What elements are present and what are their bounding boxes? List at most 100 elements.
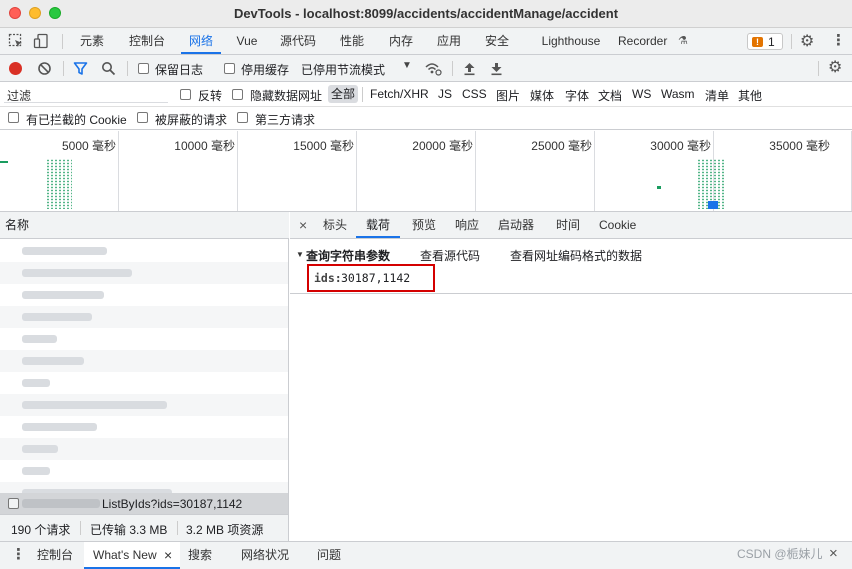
close-tab-icon[interactable]: ×	[164, 542, 172, 568]
type-filter-doc[interactable]: 文档	[598, 87, 622, 104]
list-item[interactable]	[0, 306, 288, 328]
issues-count: 1	[768, 35, 775, 49]
blocked-requests-label: 被屏蔽的请求	[155, 113, 228, 127]
drawer-menu-icon[interactable]: ⋮	[11, 542, 26, 569]
list-item[interactable]	[0, 416, 288, 438]
list-item[interactable]	[0, 284, 288, 306]
query-params-title[interactable]: 查询字符串参数	[306, 247, 390, 264]
list-item[interactable]	[0, 394, 288, 416]
tab-console[interactable]: 控制台	[122, 28, 172, 54]
drawer-tab-network-conditions[interactable]: 网络状况	[241, 542, 289, 569]
blocked-cookies-checkbox[interactable]	[8, 112, 19, 123]
settings-gear-icon[interactable]: ⚙	[800, 31, 814, 51]
list-item[interactable]	[0, 438, 288, 460]
network-status-bar: 190 个请求 已传输 3.3 MB 3.2 MB 项资源	[0, 514, 288, 541]
list-item[interactable]	[0, 350, 288, 372]
throttling-select[interactable]: 已停用节流模式	[301, 61, 385, 78]
request-detail-pane: × 标头 载荷 预览 响应 启动器 时间 Cookie ▼ 查询字符串参数 查看…	[290, 212, 852, 541]
view-source-link[interactable]: 查看源代码	[420, 247, 480, 264]
tab-application[interactable]: 应用	[429, 28, 469, 54]
flask-icon: ⚗	[678, 35, 688, 47]
selected-request-marker	[708, 201, 718, 209]
expand-triangle-icon[interactable]: ▼	[296, 250, 304, 259]
tab-preview[interactable]: 预览	[412, 212, 436, 238]
type-filter-other[interactable]: 其他	[738, 87, 762, 104]
tab-response[interactable]: 响应	[455, 212, 479, 238]
overview-tick-label: 10000 毫秒	[174, 139, 235, 153]
type-filter-font[interactable]: 字体	[565, 87, 589, 104]
selected-request-name: ListByIds?ids=30187,1142	[102, 497, 243, 511]
device-toolbar-icon[interactable]	[33, 33, 49, 49]
type-filter-all[interactable]: 全部	[328, 85, 359, 103]
tab-timing[interactable]: 时间	[556, 212, 580, 238]
list-item[interactable]	[0, 262, 288, 284]
network-conditions-icon[interactable]	[424, 61, 442, 76]
network-settings-gear-icon[interactable]: ⚙	[828, 57, 842, 77]
drawer-tab-whats-new[interactable]: What's New ×	[84, 542, 180, 569]
drawer-tab-search[interactable]: 搜索	[188, 542, 212, 569]
tab-initiator[interactable]: 启动器	[498, 212, 534, 238]
request-type-icon	[8, 498, 19, 509]
tab-headers[interactable]: 标头	[323, 212, 347, 238]
tab-memory[interactable]: 内存	[381, 28, 421, 54]
tab-security[interactable]: 安全	[477, 28, 517, 54]
tab-cookies[interactable]: Cookie	[599, 212, 636, 238]
tab-payload[interactable]: 载荷	[356, 212, 401, 238]
request-rows	[0, 240, 288, 502]
type-filter-wasm[interactable]: Wasm	[661, 87, 695, 101]
list-item[interactable]	[0, 328, 288, 350]
tab-vue[interactable]: Vue	[230, 28, 264, 54]
filter-input[interactable]: 过滤	[4, 85, 168, 103]
third-party-checkbox[interactable]	[237, 112, 248, 123]
overview-tick-label: 20000 毫秒	[412, 139, 473, 153]
search-icon[interactable]	[101, 61, 116, 76]
invert-label: 反转	[198, 89, 223, 103]
drawer-tab-console[interactable]: 控制台	[37, 542, 73, 569]
tab-performance[interactable]: 性能	[332, 28, 372, 54]
type-filter-fetch-xhr[interactable]: Fetch/XHR	[370, 87, 429, 101]
close-drawer-icon[interactable]: ×	[829, 545, 838, 562]
tab-sources[interactable]: 源代码	[273, 28, 323, 54]
drawer-tab-bar: ⋮ 控制台 What's New × 搜索 网络状况 问题 CSDN @栀妹儿 …	[0, 541, 852, 569]
inspect-element-icon[interactable]	[8, 33, 24, 49]
network-overview[interactable]: 5000 毫秒 10000 毫秒 15000 毫秒 20000 毫秒 25000…	[0, 131, 852, 212]
type-filter-ws[interactable]: WS	[632, 87, 651, 101]
drawer-tab-issues[interactable]: 问题	[317, 542, 341, 569]
clear-icon[interactable]	[37, 61, 52, 76]
invert-checkbox[interactable]	[180, 89, 191, 100]
tab-elements[interactable]: 元素	[72, 28, 112, 54]
main-tab-bar: 元素 控制台 网络 Vue 源代码 性能 内存 应用 安全 Lighthouse…	[0, 28, 852, 55]
import-har-icon[interactable]	[463, 61, 476, 76]
tab-recorder[interactable]: Recorder	[618, 28, 676, 54]
list-item[interactable]	[0, 240, 288, 262]
tab-network[interactable]: 网络	[181, 28, 221, 54]
type-filter-js[interactable]: JS	[438, 87, 452, 101]
request-count: 190 个请求	[11, 523, 71, 537]
list-item[interactable]	[0, 460, 288, 482]
view-url-encoded-link[interactable]: 查看网址编码格式的数据	[510, 247, 642, 264]
tab-lighthouse[interactable]: Lighthouse	[532, 28, 610, 54]
blocked-requests-checkbox[interactable]	[137, 112, 148, 123]
close-detail-icon[interactable]: ×	[299, 212, 307, 238]
detail-tab-bar: × 标头 载荷 预览 响应 启动器 时间 Cookie	[290, 212, 852, 239]
network-toolbar: 保留日志 停用缓存 已停用节流模式 ▼ ⚙	[0, 55, 852, 82]
type-filter-css[interactable]: CSS	[462, 87, 487, 101]
overview-tick-label: 30000 毫秒	[650, 139, 711, 153]
export-har-icon[interactable]	[490, 61, 503, 76]
disable-cache-label: 停用缓存	[241, 63, 290, 77]
type-filter-img[interactable]: 图片	[496, 87, 520, 104]
type-filter-manifest[interactable]: 清单	[705, 87, 729, 104]
list-item[interactable]	[0, 372, 288, 394]
record-icon[interactable]	[9, 62, 22, 75]
filter-icon[interactable]	[73, 61, 88, 76]
selected-request-row[interactable]: ListByIds?ids=30187,1142	[0, 493, 288, 514]
chevron-down-icon[interactable]: ▼	[402, 60, 412, 71]
preserve-log-checkbox[interactable]	[138, 63, 149, 74]
more-options-icon[interactable]: ⋮	[831, 31, 846, 49]
request-list-header[interactable]: 名称	[0, 212, 289, 239]
hide-data-urls-checkbox[interactable]	[232, 89, 243, 100]
issues-badge[interactable]: ! 1	[747, 33, 783, 50]
type-filter-media[interactable]: 媒体	[530, 87, 554, 104]
filter-placeholder: 过滤	[7, 89, 32, 103]
disable-cache-checkbox[interactable]	[224, 63, 235, 74]
